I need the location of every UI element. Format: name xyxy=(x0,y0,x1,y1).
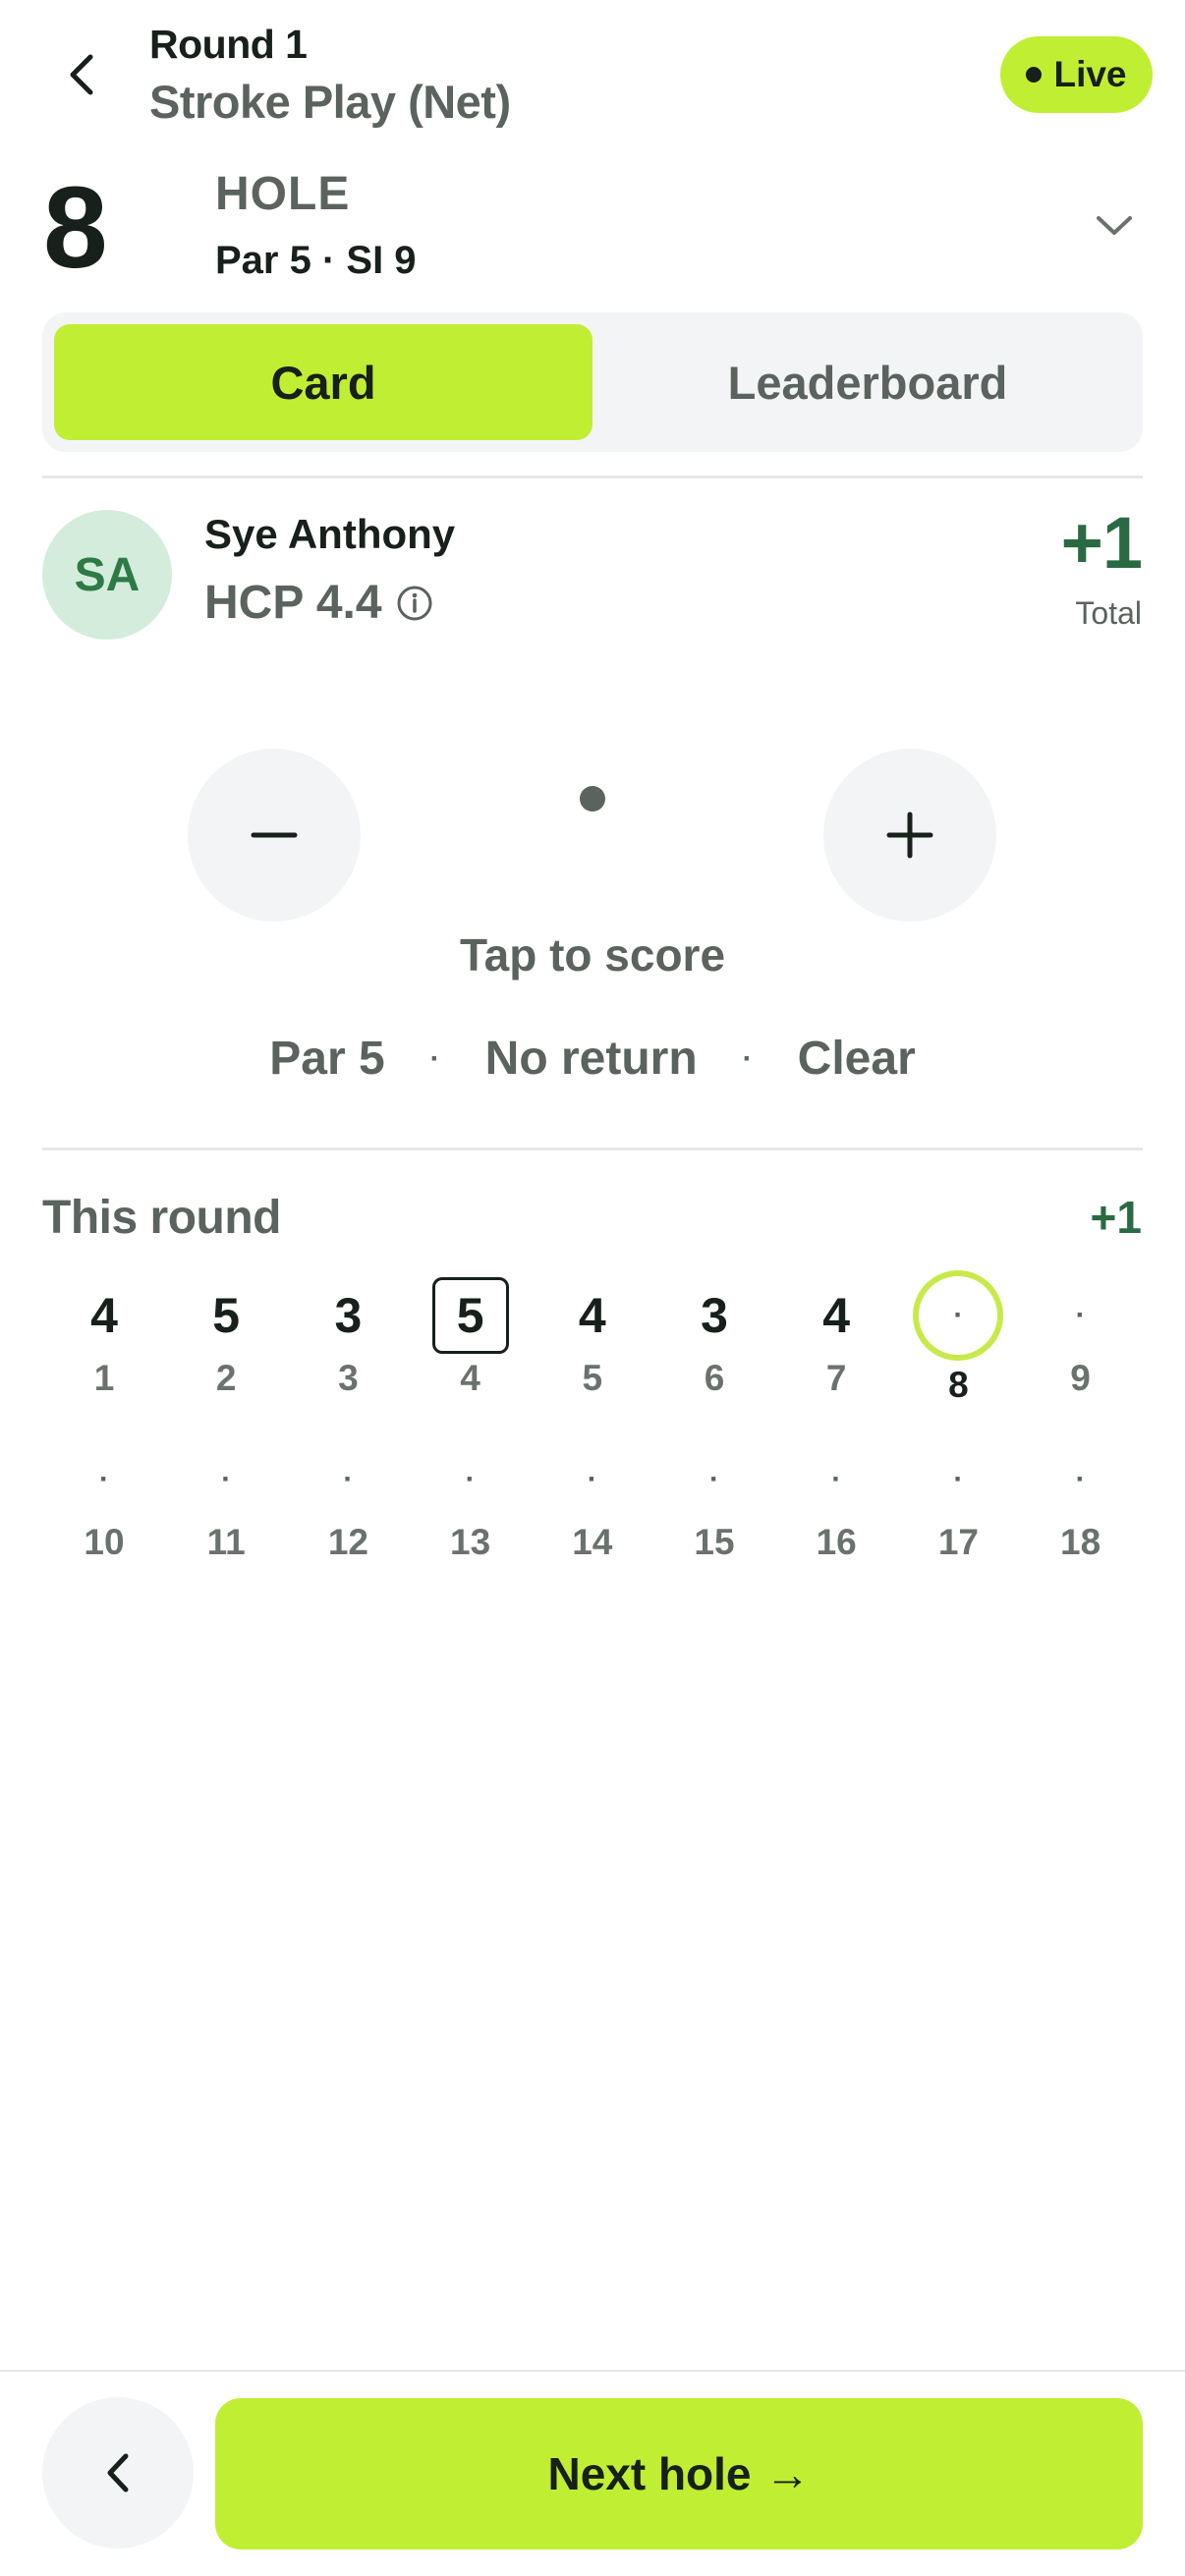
hole-cell[interactable]: 36 xyxy=(670,1277,759,1434)
plus-icon xyxy=(886,812,933,859)
hole-number-label: 17 xyxy=(937,1522,979,1562)
hole-score: · xyxy=(831,1463,842,1495)
hole-score: · xyxy=(1075,1299,1086,1331)
hole-number-label: 14 xyxy=(572,1522,613,1562)
hole-number-label: 7 xyxy=(825,1358,847,1398)
chevron-down-icon xyxy=(1097,216,1132,235)
separator: · xyxy=(742,1041,753,1075)
hole-score: · xyxy=(343,1463,354,1495)
divider xyxy=(42,476,1143,478)
hole-cell[interactable]: · 15 xyxy=(670,1441,759,1598)
hole-number-label: 16 xyxy=(816,1522,857,1562)
tab-leaderboard[interactable]: Leaderboard xyxy=(604,324,1131,440)
hole-score: · xyxy=(465,1463,476,1495)
total-label: Total xyxy=(1075,595,1142,631)
hole-number-label: 6 xyxy=(704,1358,725,1398)
this-round-total: +1 xyxy=(1090,1192,1142,1243)
hole-number: 8 xyxy=(43,163,108,293)
hole-number-label: 9 xyxy=(1070,1358,1091,1398)
hole-cell[interactable]: 54 xyxy=(426,1277,515,1434)
hole-number-label: 18 xyxy=(1060,1522,1101,1562)
hole-cell[interactable]: · 10 xyxy=(60,1441,148,1598)
hole-cell[interactable]: · 16 xyxy=(792,1441,880,1598)
hole-dropdown-button[interactable] xyxy=(1085,196,1144,255)
player-name: Sye Anthony xyxy=(204,511,456,557)
hole-cell[interactable]: · 18 xyxy=(1037,1441,1125,1598)
hole-number-label: 2 xyxy=(215,1358,237,1398)
hole-score: · xyxy=(221,1463,232,1495)
divider xyxy=(0,2370,1185,2372)
hole-score: · xyxy=(953,1463,964,1495)
no-return-button[interactable]: No return xyxy=(485,1032,698,1086)
hole-cell[interactable]: 45 xyxy=(548,1277,637,1434)
hole-score: 5 xyxy=(431,1277,509,1354)
hole-score: · xyxy=(587,1463,597,1495)
hole-number-label: 5 xyxy=(582,1358,603,1398)
live-dot-icon xyxy=(1026,67,1043,83)
round-format: Stroke Play (Net) xyxy=(149,76,511,128)
this-round-heading: This round xyxy=(42,1192,281,1244)
hole-label: HOLE xyxy=(215,168,351,220)
live-label: Live xyxy=(1053,54,1127,94)
tap-to-score[interactable]: Tap to score xyxy=(0,928,1185,981)
total-score: +1 xyxy=(1060,502,1143,584)
player-handicap: HCP 4.4 xyxy=(204,576,433,630)
hole-score: 3 xyxy=(334,1288,363,1343)
minus-icon xyxy=(251,832,298,838)
hole-number-label: 8 xyxy=(948,1365,969,1405)
hole-cell[interactable]: 41 xyxy=(60,1277,148,1434)
par-button[interactable]: Par 5 xyxy=(269,1032,384,1086)
hole-score: 4 xyxy=(90,1288,118,1343)
avatar: SA xyxy=(42,510,172,640)
clear-button[interactable]: Clear xyxy=(798,1032,916,1086)
separator: · xyxy=(429,1041,440,1075)
arrow-right-icon: → xyxy=(764,2448,811,2499)
hole-cell[interactable]: · 13 xyxy=(426,1441,515,1598)
hole-cell[interactable]: · 12 xyxy=(304,1441,392,1598)
info-icon[interactable] xyxy=(396,585,433,622)
hole-cell[interactable]: · 8 xyxy=(913,1270,1004,1434)
next-hole-label: Next hole xyxy=(547,2448,752,2499)
hole-number-label: 13 xyxy=(450,1522,491,1562)
back-button[interactable] xyxy=(43,35,122,114)
hole-number-label: 4 xyxy=(460,1358,480,1398)
chevron-left-icon xyxy=(107,2453,129,2492)
hole-score: · xyxy=(99,1463,109,1495)
hole-score: · xyxy=(1075,1463,1086,1495)
hole-score: · xyxy=(709,1463,719,1495)
view-tabs: Card Leaderboard xyxy=(42,312,1143,452)
hole-cell[interactable]: · 9 xyxy=(1037,1277,1125,1434)
hole-score: 4 xyxy=(822,1288,851,1343)
hole-number-label: 1 xyxy=(93,1358,115,1398)
hole-score: 5 xyxy=(212,1288,241,1343)
decrement-button[interactable] xyxy=(188,749,361,922)
handicap-text: HCP 4.4 xyxy=(204,577,382,629)
hole-score: 3 xyxy=(701,1288,728,1343)
hole-cell[interactable]: 47 xyxy=(792,1277,880,1434)
hole-number-label: 12 xyxy=(327,1522,368,1562)
hole-cell[interactable]: · 14 xyxy=(548,1441,637,1598)
hole-number-label: 3 xyxy=(338,1358,359,1398)
live-badge[interactable]: Live xyxy=(1000,36,1153,113)
hole-score: 4 xyxy=(578,1288,606,1343)
hole-cell[interactable]: · 11 xyxy=(182,1441,270,1598)
hole-cell[interactable]: 52 xyxy=(182,1277,270,1434)
quick-actions: Par 5 · No return · Clear xyxy=(0,1032,1185,1086)
hole-number-label: 11 xyxy=(206,1522,246,1562)
hole-cell[interactable]: 33 xyxy=(304,1277,392,1434)
round-title: Round 1 xyxy=(149,22,308,67)
hole-number-label: 10 xyxy=(84,1522,125,1562)
hole-cell[interactable]: · 17 xyxy=(914,1441,1002,1598)
hole-par-si: Par 5 · SI 9 xyxy=(215,239,417,282)
previous-hole-button[interactable] xyxy=(42,2397,194,2548)
divider xyxy=(42,1148,1143,1150)
hole-number-label: 15 xyxy=(694,1522,735,1562)
hole-score: · xyxy=(913,1270,1004,1361)
chevron-left-icon xyxy=(70,54,93,95)
score-placeholder-dot xyxy=(580,786,605,812)
increment-button[interactable] xyxy=(823,749,996,922)
tab-card[interactable]: Card xyxy=(54,324,592,440)
next-hole-button[interactable]: Next hole → xyxy=(215,2398,1143,2549)
